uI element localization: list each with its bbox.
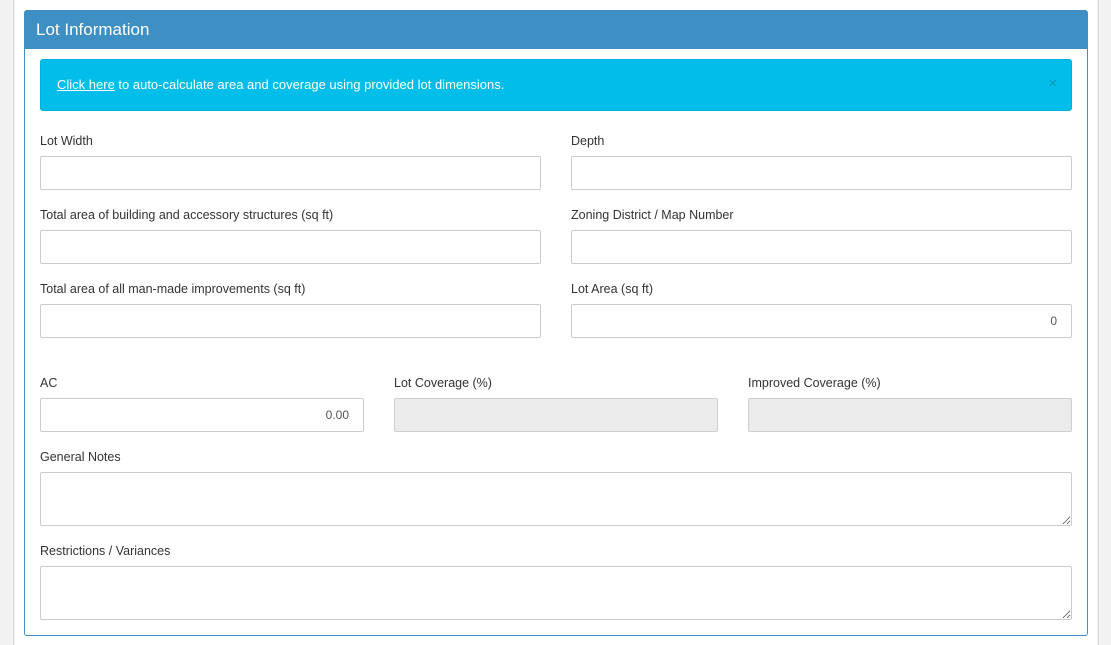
left-frame-border	[0, 0, 14, 645]
alert-message: to auto-calculate area and coverage usin…	[114, 77, 505, 92]
close-icon[interactable]: ×	[1048, 60, 1057, 108]
total-improvements-area-label: Total area of all man-made improvements …	[40, 282, 306, 296]
depth-input[interactable]	[571, 156, 1072, 190]
zoning-district-input[interactable]	[571, 230, 1072, 264]
zoning-district-label: Zoning District / Map Number	[571, 208, 734, 222]
auto-calculate-link[interactable]: Click here	[57, 77, 115, 92]
lot-width-input[interactable]	[40, 156, 541, 190]
improved-coverage-input	[748, 398, 1072, 432]
lot-area-input[interactable]	[571, 304, 1072, 338]
depth-label: Depth	[571, 134, 605, 148]
total-building-area-input[interactable]	[40, 230, 541, 264]
ac-input[interactable]	[40, 398, 364, 432]
lot-width-label: Lot Width	[40, 134, 93, 148]
general-notes-label: General Notes	[40, 450, 121, 464]
restrictions-textarea[interactable]	[40, 566, 1072, 620]
ac-label: AC	[40, 376, 58, 390]
lot-coverage-label: Lot Coverage (%)	[394, 376, 492, 390]
auto-calculate-alert: Click here to auto-calculate area and co…	[40, 59, 1072, 111]
panel-title: Lot Information	[25, 11, 1087, 49]
general-notes-textarea[interactable]	[40, 472, 1072, 526]
improved-coverage-label: Improved Coverage (%)	[748, 376, 881, 390]
total-improvements-area-input[interactable]	[40, 304, 541, 338]
total-building-area-label: Total area of building and accessory str…	[40, 208, 334, 222]
lot-information-panel: Lot Information Click here to auto-calcu…	[24, 10, 1088, 636]
restrictions-label: Restrictions / Variances	[40, 544, 171, 558]
lot-area-label: Lot Area (sq ft)	[571, 282, 653, 296]
lot-coverage-input	[394, 398, 718, 432]
right-scroll-gutter	[1098, 0, 1111, 645]
